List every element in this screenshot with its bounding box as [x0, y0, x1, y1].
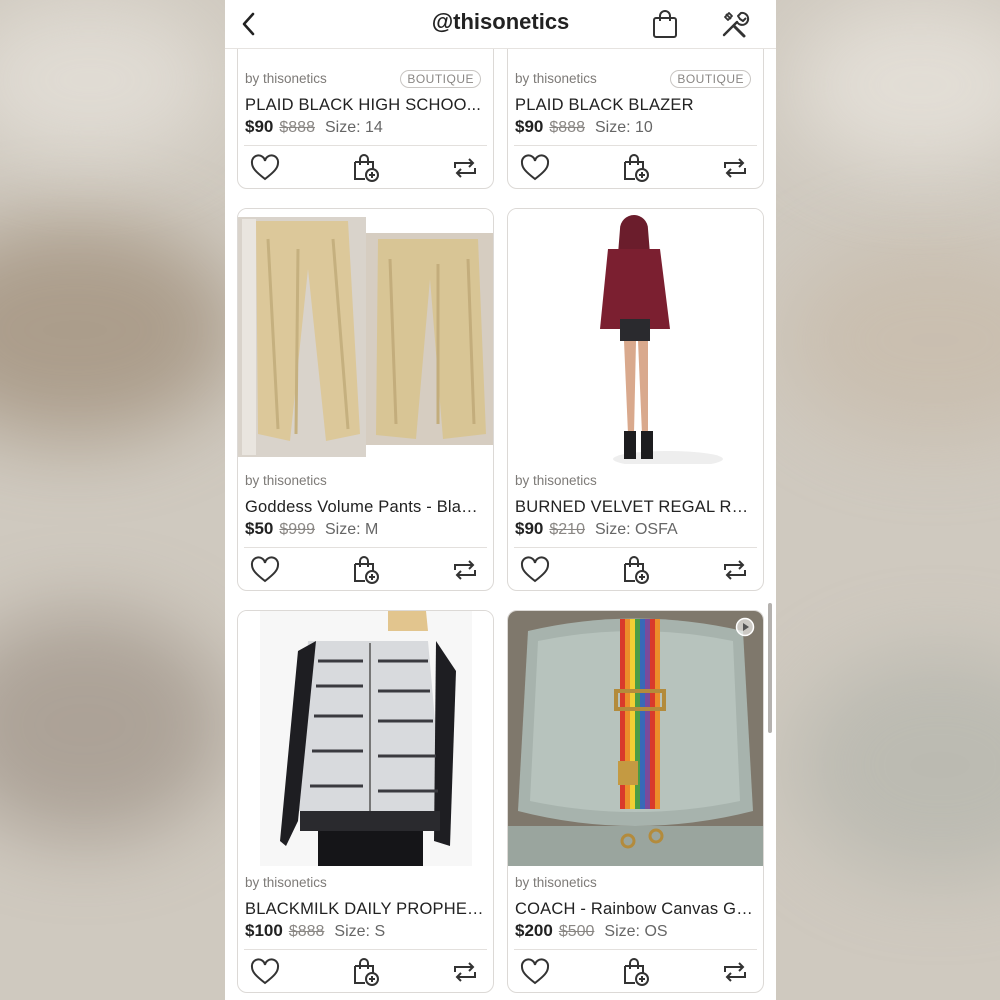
action-row: [238, 550, 493, 590]
bundle-add-icon[interactable]: [349, 956, 383, 988]
price: $50: [245, 519, 274, 538]
share-icon[interactable]: [448, 152, 482, 184]
action-row: [238, 148, 493, 188]
price: $200: [515, 921, 553, 940]
seller-label[interactable]: by thisonetics: [515, 875, 597, 890]
heart-icon[interactable]: [518, 956, 552, 988]
seller-label[interactable]: by thisonetics: [245, 875, 327, 890]
share-icon[interactable]: [718, 956, 752, 988]
divider: [244, 949, 487, 950]
price-line: $200 $500 Size: OS: [515, 921, 668, 941]
price-line: $90 $888 Size: 10: [515, 117, 653, 137]
original-price: $888: [288, 923, 325, 940]
original-price: $210: [549, 521, 585, 538]
rainbow-strap-on-chair-photo[interactable]: [508, 611, 763, 866]
action-row: [508, 952, 763, 992]
seller-label[interactable]: by thisonetics: [515, 473, 597, 488]
price-line: $90 $888 Size: 14: [245, 117, 383, 137]
share-icon[interactable]: [448, 956, 482, 988]
bundle-add-icon[interactable]: [619, 956, 653, 988]
original-price: $500: [558, 923, 595, 940]
size-label: Size: OS: [604, 923, 668, 940]
play-circle-icon[interactable]: [735, 617, 755, 637]
listing-card[interactable]: by thisonetics COACH - Rainbow Canvas Gu…: [507, 610, 764, 993]
original-price: $888: [279, 119, 315, 136]
action-row: [508, 148, 763, 188]
heart-icon[interactable]: [518, 152, 552, 184]
action-row: [238, 952, 493, 992]
bundle-add-icon[interactable]: [619, 152, 653, 184]
heart-icon[interactable]: [248, 554, 282, 586]
listing-title[interactable]: Goddess Volume Pants - Black...: [245, 498, 485, 517]
listing-card[interactable]: by thisonetics BLACKMILK DAILY PROPHET..…: [237, 610, 494, 993]
divider: [514, 949, 757, 950]
seller-label[interactable]: by thisonetics: [515, 71, 597, 86]
listing-title[interactable]: COACH - Rainbow Canvas Gu...: [515, 900, 755, 919]
heart-icon[interactable]: [248, 956, 282, 988]
price-line: $100 $888 Size: S: [245, 921, 385, 941]
listing-card[interactable]: by thisonetics Goddess Volume Pants - Bl…: [237, 208, 494, 591]
divider: [514, 145, 757, 146]
price: $90: [245, 117, 274, 136]
listing-card[interactable]: by thisonetics BURNED VELVET REGAL RED..…: [507, 208, 764, 591]
size-label: Size: 14: [324, 119, 383, 136]
listing-title[interactable]: PLAID BLACK HIGH SCHOO...: [245, 96, 485, 115]
top-bar: @thisonetics: [225, 0, 776, 49]
price: $90: [515, 519, 544, 538]
price: $90: [515, 117, 544, 136]
newspaper-print-jacket-photo[interactable]: [238, 611, 493, 866]
divider: [514, 547, 757, 548]
action-row: [508, 550, 763, 590]
listing-title[interactable]: BLACKMILK DAILY PROPHET...: [245, 900, 485, 919]
seller-label[interactable]: by thisonetics: [245, 473, 327, 488]
shopping-bag-icon[interactable]: [649, 8, 681, 40]
listing-title[interactable]: PLAID BLACK BLAZER: [515, 96, 755, 115]
share-icon[interactable]: [718, 152, 752, 184]
size-label: Size: S: [334, 923, 386, 940]
bundle-add-icon[interactable]: [349, 554, 383, 586]
gold-pants-photo[interactable]: [238, 209, 493, 464]
scrollbar[interactable]: [768, 603, 772, 733]
bundle-add-icon[interactable]: [619, 554, 653, 586]
original-price: $888: [549, 119, 585, 136]
price-line: $90 $210 Size: OSFA: [515, 519, 678, 539]
boutique-badge: BOUTIQUE: [670, 70, 751, 88]
bundle-add-icon[interactable]: [349, 152, 383, 184]
listing-title[interactable]: BURNED VELVET REGAL RED...: [515, 498, 755, 517]
divider: [244, 145, 487, 146]
boutique-badge: BOUTIQUE: [400, 70, 481, 88]
heart-icon[interactable]: [518, 554, 552, 586]
heart-icon[interactable]: [248, 152, 282, 184]
size-label: Size: 10: [594, 119, 653, 136]
price-line: $50 $999 Size: M: [245, 519, 378, 539]
share-icon[interactable]: [448, 554, 482, 586]
divider: [244, 547, 487, 548]
tools-icon[interactable]: [719, 8, 751, 40]
size-label: Size: OSFA: [594, 521, 678, 538]
page-title: @thisonetics: [431, 9, 570, 34]
red-velvet-cape-model-photo[interactable]: [508, 209, 763, 464]
app-screen: @thisonetics by thisonetics BOUTIQUE PLA…: [225, 0, 776, 1000]
seller-label[interactable]: by thisonetics: [245, 71, 327, 86]
size-label: Size: M: [324, 521, 379, 538]
original-price: $999: [279, 521, 315, 538]
price: $100: [245, 921, 283, 940]
share-icon[interactable]: [718, 554, 752, 586]
